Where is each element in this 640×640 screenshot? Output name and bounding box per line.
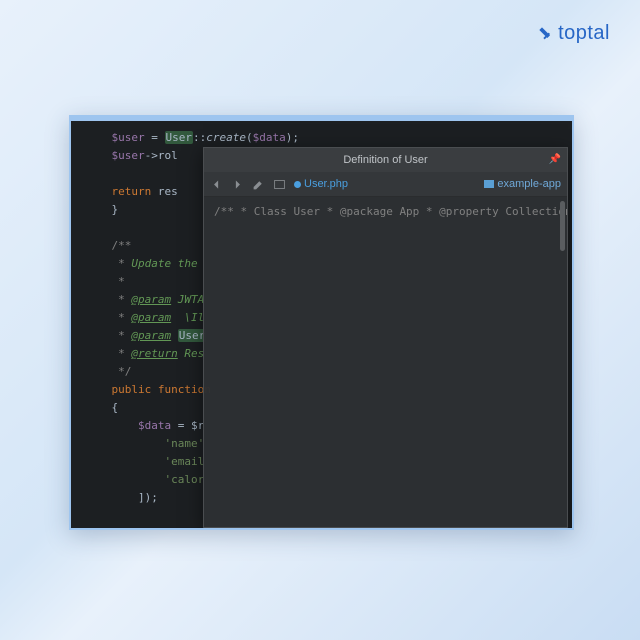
code-line: $user = User::create($data);	[85, 129, 572, 147]
code-line: /**	[214, 205, 234, 218]
brand-name: toptal	[558, 22, 610, 45]
pin-icon[interactable]: 📌	[549, 151, 561, 169]
brand-logo: toptal	[538, 22, 610, 45]
code-line: * Class User	[234, 205, 320, 218]
popup-title-text: Definition of User	[343, 154, 427, 166]
forward-icon[interactable]	[231, 178, 244, 191]
code-line: * @property Collection roles	[419, 205, 567, 218]
ide-screenshot: $user = User::create($data); $user->rol …	[69, 115, 574, 530]
php-file-icon	[294, 181, 301, 188]
code-line: * @package App	[320, 205, 419, 218]
popup-toolbar: User.php example-app	[204, 172, 567, 197]
show-source-icon[interactable]	[273, 178, 286, 191]
toptal-icon	[538, 26, 554, 42]
back-icon[interactable]	[210, 178, 223, 191]
popup-code-body[interactable]: /** * Class User * @package App * @prope…	[204, 197, 567, 527]
breadcrumb-file[interactable]: User.php	[294, 175, 348, 193]
folder-icon	[484, 180, 494, 188]
edit-source-icon[interactable]	[252, 178, 265, 191]
popup-titlebar[interactable]: Definition of User 📌	[204, 148, 567, 172]
quick-definition-popup[interactable]: Definition of User 📌 User.php exampl	[203, 147, 568, 528]
breadcrumb-project[interactable]: example-app	[484, 175, 561, 193]
